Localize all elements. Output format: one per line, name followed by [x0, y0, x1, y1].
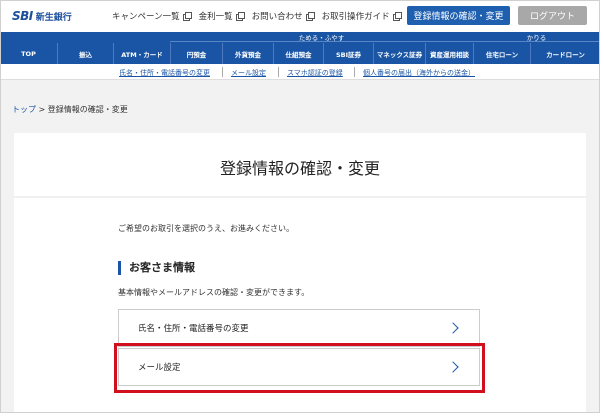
nav-group-borrow: かりる	[473, 32, 600, 42]
subnav-smartphone-auth[interactable]: スマホ認証の登録	[287, 68, 343, 78]
nav-item-top[interactable]: TOP	[0, 43, 57, 64]
contact-label: お問い合わせ	[251, 12, 303, 22]
breadcrumb-home-link[interactable]: トップ	[12, 105, 36, 114]
nav-item-sbi-securities[interactable]: SBI証券	[323, 43, 373, 64]
logo-bank-name: 新生銀行	[35, 12, 72, 23]
campaign-list-label: キャンペーン一覧	[112, 12, 180, 22]
chevron-right-icon	[447, 322, 459, 334]
subnav-divider	[354, 67, 355, 77]
rate-list-label: 金利一覧	[198, 12, 233, 22]
bank-logo[interactable]: SBI 新生銀行	[12, 9, 72, 23]
campaign-list-link[interactable]: キャンペーン一覧	[112, 10, 193, 22]
site-header: SBI 新生銀行 キャンペーン一覧 金利一覧 お問い合わせ お取引操作ガイド 登…	[0, 0, 600, 32]
nav-item-monex-securities[interactable]: マネックス証券	[373, 43, 425, 64]
main-nav: ためる・ふやす かりる TOP 振込 ATM・カード 円預金 外貨預金 仕組預金…	[0, 32, 600, 64]
nav-item-card-loan[interactable]: カードローン	[530, 43, 600, 64]
operation-guide-label: お取引操作ガイド	[321, 12, 390, 22]
external-window-icon	[305, 12, 316, 21]
intro-text: ご希望のお取引を選択のうえ、お進みください。	[118, 224, 294, 233]
nav-item-transfer[interactable]: 振込	[57, 43, 113, 64]
logout-button[interactable]: ログアウト	[518, 6, 587, 25]
nav-item-atm-card[interactable]: ATM・カード	[113, 43, 170, 64]
contact-link[interactable]: お問い合わせ	[251, 10, 316, 22]
nav-item-yen-deposit[interactable]: 円預金	[170, 43, 222, 64]
page-title: 登録情報の確認・変更	[219, 159, 380, 178]
subnav-name-address-phone[interactable]: 氏名・住所・電話番号の変更	[119, 68, 210, 78]
subnav-divider	[222, 67, 223, 77]
nav-item-housing-loan[interactable]: 住宅ローン	[473, 43, 530, 64]
sub-nav: 氏名・住所・電話番号の変更 メール設定 スマホ認証の登録 個人番号の届出（海外か…	[0, 64, 600, 80]
subnav-mail-settings[interactable]: メール設定	[231, 68, 266, 78]
external-window-icon	[235, 12, 246, 21]
nav-item-foreign-deposit[interactable]: 外貨預金	[222, 43, 273, 64]
main-card: 登録情報の確認・変更 ご希望のお取引を選択のうえ、お進みください。 お客さま情報…	[14, 133, 586, 413]
nav-item-structured-deposit[interactable]: 仕組預金	[273, 43, 323, 64]
rate-list-link[interactable]: 金利一覧	[198, 10, 246, 22]
title-divider	[14, 196, 586, 198]
chevron-right-icon	[447, 361, 459, 373]
nav-item-asset-consultation[interactable]: 資産運用相談	[425, 43, 473, 64]
logo-mark: SBI	[12, 9, 33, 23]
register-info-button[interactable]: 登録情報の確認・変更	[407, 6, 510, 25]
menu-item-name-address-phone[interactable]: 氏名・住所・電話番号の変更	[118, 309, 480, 347]
top-links: キャンペーン一覧 金利一覧 お問い合わせ お取引操作ガイド	[112, 10, 403, 22]
menu-item-mail-settings[interactable]: メール設定	[118, 348, 480, 386]
breadcrumb-separator: >	[38, 105, 46, 114]
external-window-icon	[182, 12, 193, 21]
breadcrumb: トップ > 登録情報の確認・変更	[12, 104, 128, 115]
subnav-my-number[interactable]: 個人番号の届出（海外からの送金）	[363, 68, 475, 78]
nav-group-save-invest: ためる・ふやす	[170, 32, 473, 42]
menu-item-label: 氏名・住所・電話番号の変更	[138, 324, 249, 334]
menu-item-label: メール設定	[138, 363, 181, 373]
section-description: 基本情報やメールアドレスの確認・変更ができます。	[118, 288, 310, 297]
subnav-divider	[278, 67, 279, 77]
nav-items: TOP 振込 ATM・カード 円預金 外貨預金 仕組預金 SBI証券 マネックス…	[0, 43, 600, 64]
breadcrumb-current: 登録情報の確認・変更	[47, 105, 128, 114]
section-heading-customer-info: お客さま情報	[118, 261, 195, 275]
external-window-icon	[392, 12, 403, 21]
operation-guide-link[interactable]: お取引操作ガイド	[321, 10, 403, 22]
